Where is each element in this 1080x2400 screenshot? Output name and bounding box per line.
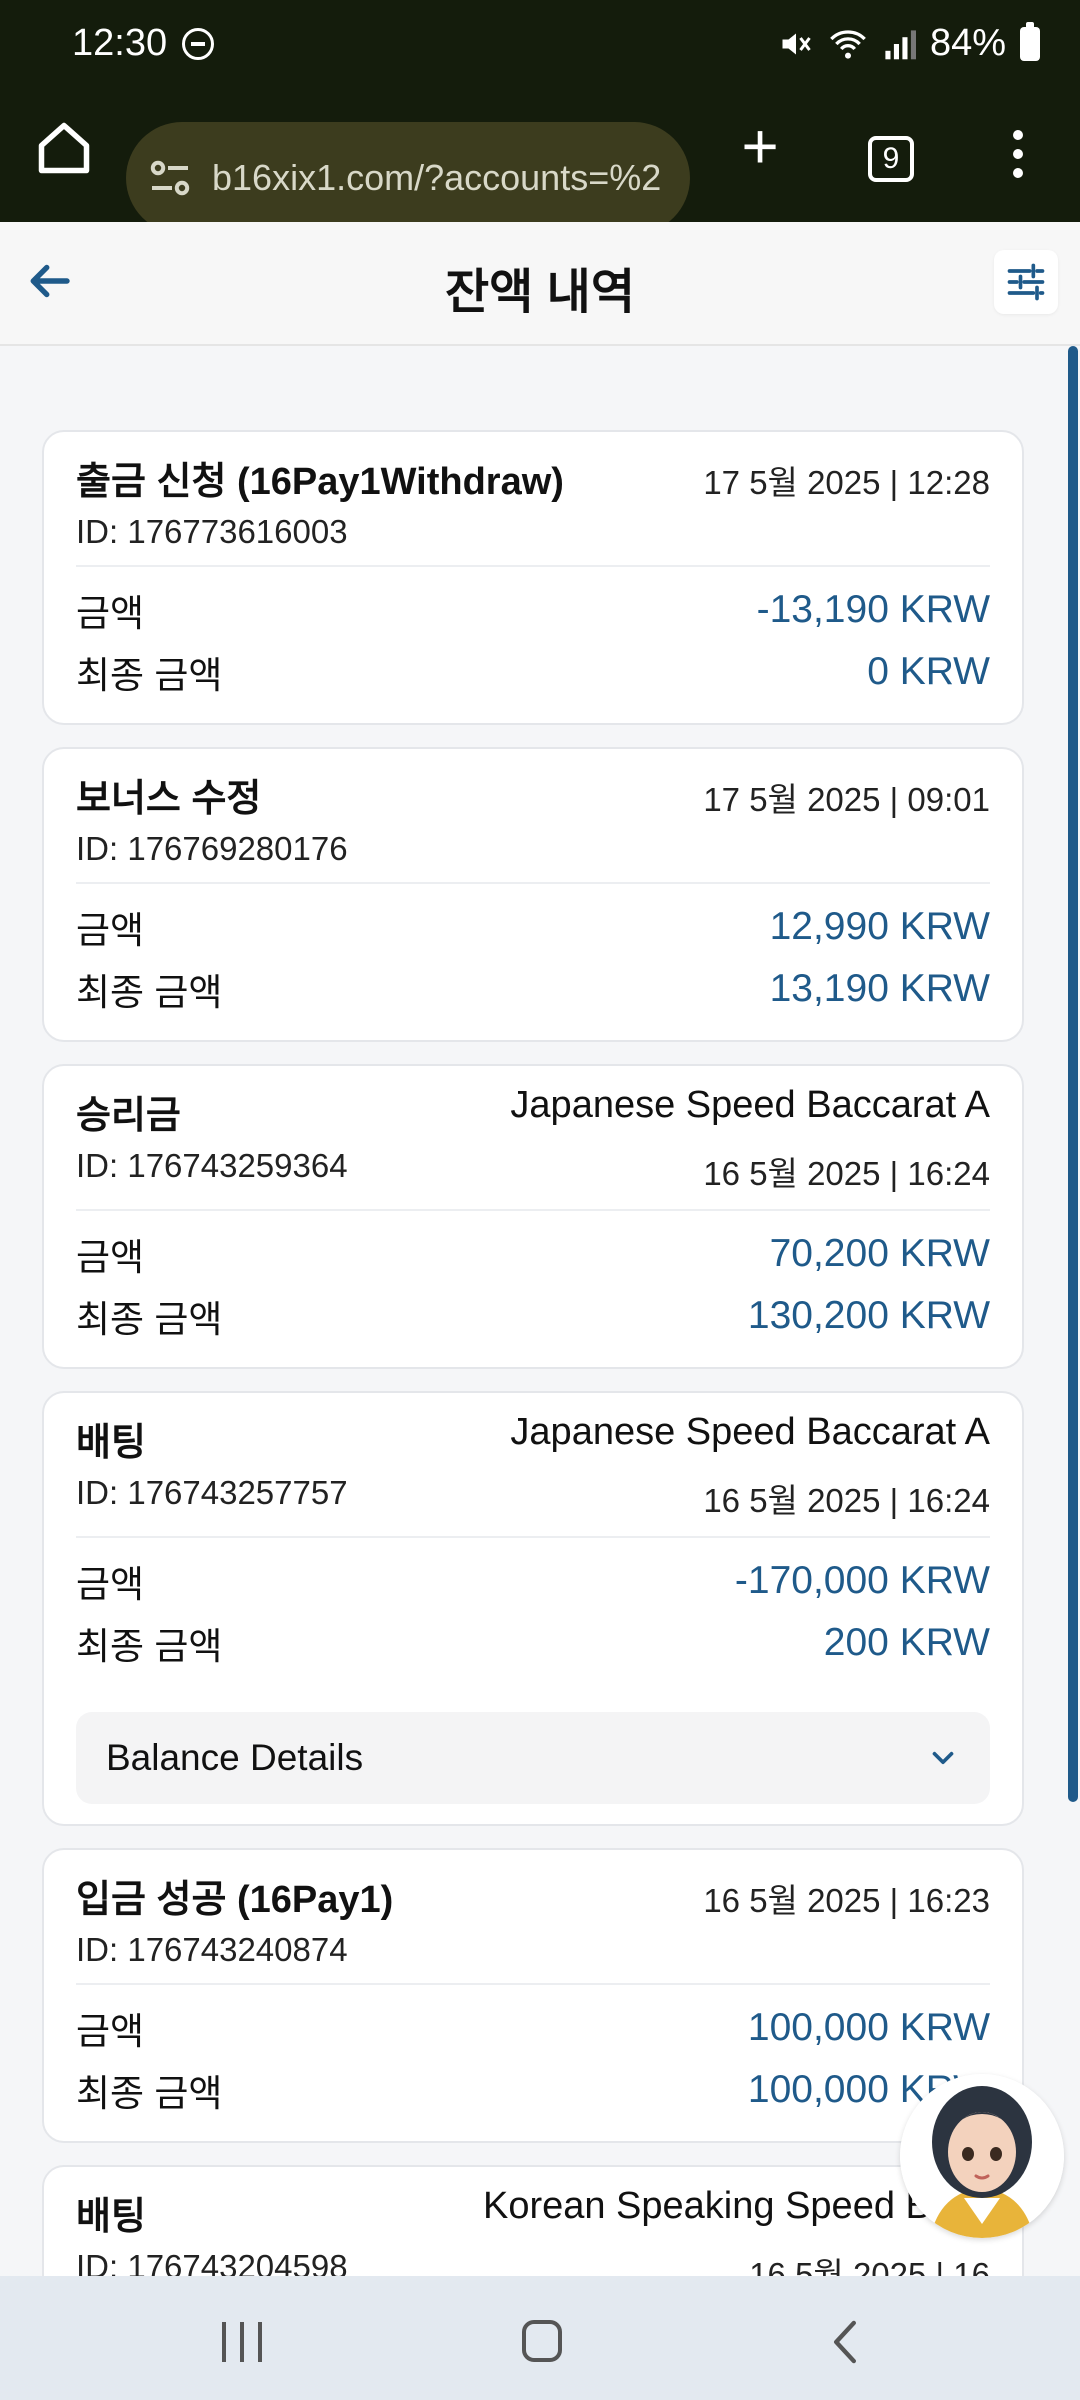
transaction-id: ID: 176769280176 (76, 830, 348, 867)
final-amount-label: 최종 금액 (76, 1626, 223, 1667)
status-icons: 84% (778, 21, 1040, 65)
wifi-icon (830, 29, 866, 59)
transaction-date: 16 5월 2025 | 16:24 (703, 1155, 990, 1192)
amount-label: 금액 (76, 2011, 145, 2052)
tab-switcher-button[interactable]: 9 (868, 136, 914, 182)
amount-value: 70,200 KRW (769, 1232, 990, 1275)
page-title: 잔액 내역 (445, 266, 635, 319)
final-amount-value: 0 KRW (867, 650, 990, 693)
site-settings-icon[interactable] (146, 154, 194, 202)
divider (76, 1209, 990, 1211)
final-amount-value: 13,190 KRW (769, 967, 990, 1010)
transaction-card[interactable]: 배팅 Japanese Speed Baccarat A ID: 1767432… (42, 1391, 1024, 1826)
url-text: b16xix1.com/?accounts=%2 (212, 157, 662, 198)
recent-apps-icon[interactable] (222, 2322, 262, 2362)
transaction-id: ID: 176773616003 (76, 513, 348, 550)
transaction-date: 17 5월 2025 | 12:28 (703, 464, 990, 501)
transaction-title: 배팅 (76, 2196, 146, 2238)
transaction-id: ID: 176743240874 (76, 1931, 348, 1968)
chevron-down-icon (932, 1751, 954, 1765)
amount-value: 100,000 KRW (747, 2006, 990, 2049)
more-menu-icon[interactable] (1004, 124, 1032, 184)
status-bar: 12:30 84% (0, 0, 1080, 88)
final-amount-label: 최종 금액 (76, 2073, 223, 2114)
system-nav-bar (0, 2276, 1080, 2400)
divider (76, 882, 990, 884)
transaction-title: 배팅 (76, 1422, 146, 1464)
amount-value: 12,990 KRW (769, 905, 990, 948)
filter-sliders-icon (1007, 263, 1045, 301)
signal-icon (885, 29, 916, 59)
back-nav-icon[interactable] (830, 2320, 860, 2364)
mute-icon (782, 33, 811, 54)
game-name: Japanese Speed Baccarat A (510, 1411, 990, 1453)
game-name: Japanese Speed Baccarat A (510, 1084, 990, 1126)
transaction-date: 17 5월 2025 | 09:01 (703, 781, 990, 818)
new-tab-icon[interactable]: + (734, 114, 786, 178)
transaction-date: 16 5월 2025 | 16:24 (703, 1482, 990, 1519)
divider (76, 1536, 990, 1538)
amount-label: 금액 (76, 593, 145, 634)
amount-label: 금액 (76, 1564, 145, 1605)
battery-percent: 84% (929, 22, 1006, 64)
scrollbar[interactable] (1066, 346, 1080, 2276)
chat-assistant-avatar[interactable] (900, 2074, 1064, 2238)
transaction-list: 출금 신청 (16Pay1Withdraw) 17 5월 2025 | 12:2… (42, 430, 1024, 2387)
assistant-face-icon (900, 2074, 1064, 2238)
transaction-card[interactable]: 출금 신청 (16Pay1Withdraw) 17 5월 2025 | 12:2… (42, 430, 1024, 725)
battery-icon (1020, 21, 1040, 61)
balance-details-label: Balance Details (106, 1737, 364, 1778)
status-time: 12:30 (72, 22, 168, 64)
scrollbar-thumb[interactable] (1068, 346, 1078, 1802)
amount-value: -13,190 KRW (756, 588, 990, 631)
transaction-title: 승리금 (76, 1095, 181, 1137)
final-amount-value: 130,200 KRW (747, 1294, 990, 1337)
transaction-date: 16 5월 2025 | 16:23 (703, 1882, 990, 1919)
final-amount-label: 최종 금액 (76, 1299, 223, 1340)
amount-label: 금액 (76, 1237, 145, 1278)
transaction-id: ID: 176743259364 (76, 1147, 348, 1184)
divider (76, 1983, 990, 1985)
transaction-card[interactable]: 입금 성공 (16Pay1) 16 5월 2025 | 16:23 ID: 17… (42, 1848, 1024, 2143)
transaction-id: ID: 176743257757 (76, 1474, 348, 1511)
transaction-card[interactable]: 승리금 Japanese Speed Baccarat A ID: 176743… (42, 1064, 1024, 1369)
filter-button[interactable] (994, 250, 1058, 314)
do-not-disturb-icon (182, 28, 214, 60)
transaction-title: 출금 신청 (16Pay1Withdraw) (76, 461, 564, 503)
app-header: 잔액 내역 (0, 222, 1080, 346)
final-amount-value: 200 KRW (823, 1621, 990, 1664)
final-amount-label: 최종 금액 (76, 655, 223, 696)
home-icon[interactable] (34, 118, 94, 178)
home-nav-icon[interactable] (522, 2320, 562, 2362)
transaction-title: 보너스 수정 (76, 778, 262, 820)
transaction-card[interactable]: 보너스 수정 17 5월 2025 | 09:01 ID: 1767692801… (42, 747, 1024, 1042)
balance-details-toggle[interactable]: Balance Details (76, 1712, 990, 1804)
final-amount-label: 최종 금액 (76, 972, 223, 1013)
amount-label: 금액 (76, 910, 145, 951)
divider (76, 565, 990, 567)
browser-toolbar: b16xix1.com/?accounts=%2 + 9 (0, 88, 1080, 234)
amount-value: -170,000 KRW (734, 1559, 990, 1602)
transaction-title: 입금 성공 (16Pay1) (76, 1879, 394, 1921)
url-bar[interactable]: b16xix1.com/?accounts=%2 (126, 122, 690, 234)
